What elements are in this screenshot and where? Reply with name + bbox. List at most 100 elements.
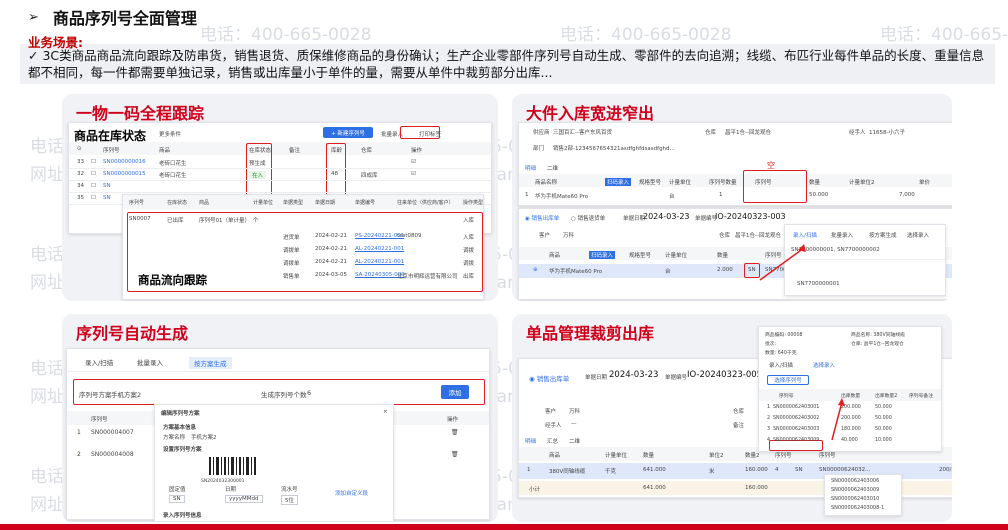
dialog-name-value[interactable]: 手机方案2 [191,433,217,441]
customer-value[interactable]: 万科 [563,231,574,239]
filter-link[interactable]: 更多条件 [159,130,181,138]
detail-tab[interactable]: 汇总 [547,437,558,445]
qty-value[interactable]: 50.000 [809,192,828,198]
watermark-text: 电话：400-665-0028 [200,25,372,45]
tab-2d[interactable]: 二维 [547,164,558,172]
scheme-edit-dialog: 编辑序列号方案 × 方案基本信息 方案名称 手机方案2 设置序列号方案 SN20… [154,404,394,522]
segment-value[interactable]: SN [169,495,185,503]
dropdown-option[interactable]: SN0000062403009 [831,487,879,493]
row-checkbox[interactable]: ☐ [91,159,96,165]
sn-input[interactable]: SN [795,467,803,473]
unit-value[interactable]: 台 [669,192,675,200]
select-serial-button[interactable]: 选择序列号 [767,375,809,385]
dialog-footer-section: 录入序列号信息 [163,513,202,519]
add-segment-link[interactable]: 添加自定义段 [335,489,368,497]
goods-name[interactable]: 华为手机Mate60 Pro [535,192,588,200]
popup-col-header: 序列号备注 [909,394,933,399]
row-action-icon[interactable]: ☑ [411,159,416,165]
document-date: 2024-02-21 [315,233,347,239]
warehouse-label: 仓库 [733,409,745,415]
document-type: 进货单 [283,235,300,241]
goods-name[interactable]: 华为手机Mate60 Pro [549,267,602,275]
popup-tab[interactable]: 选择录入 [907,231,929,239]
handler-label: 经手人 [849,130,866,136]
handler-value[interactable]: — [571,421,577,427]
radio-sales-out[interactable]: ◉ 销售出库单 [525,214,559,222]
segment-value[interactable]: yyyyMMdd [225,495,263,503]
row-checkbox[interactable]: ☐ [91,183,96,189]
supplier-label: 供应商 [533,130,550,136]
pointer-arrow-icon [759,244,806,281]
out-qty2[interactable]: 10.000 [875,438,892,443]
row-checkbox[interactable]: ☐ [91,171,96,177]
popup-tab[interactable]: 批量录入 [831,231,853,239]
dropdown-option[interactable]: SN0000062403006 [831,478,879,484]
segment-value[interactable]: 5位 [281,495,298,505]
dropdown-option[interactable]: SN0000062403010 [831,496,879,502]
serial-number[interactable]: SN [103,195,111,201]
row-action-icon[interactable]: ☑ [411,171,416,177]
serial-number[interactable]: SN [103,183,111,189]
qty[interactable]: 641.000 [643,467,666,473]
price-value[interactable]: 7,000 [899,192,915,198]
radio-sales-out[interactable]: ◉ 销售出库单 [529,373,569,383]
goods-name[interactable]: 380V同轴线缆 [549,467,585,475]
settings-icon[interactable]: ⊙ [77,146,82,152]
document-type: 调拨单 [283,248,300,254]
radio-sales-return[interactable]: ○ 销售退货单 [571,214,605,222]
qty-value[interactable]: 2.000 [717,267,733,273]
out-qty2[interactable]: 50.000 [875,405,892,410]
generate-tab[interactable]: 按方案生成 [189,357,232,369]
out-qty2[interactable]: 50.000 [875,427,892,432]
divider [785,259,945,260]
date-value[interactable]: 2024-03-23 [643,212,690,221]
popup-tab[interactable]: 按方案生成 [869,231,897,239]
serial-number[interactable]: SN0007 [129,216,151,222]
row-checkbox[interactable]: ☐ [91,195,96,201]
warehouse: 四成库 [361,173,378,179]
dept-value[interactable]: 销售2部-1234567654321asdfghfdsasdfghd... [553,144,675,152]
serial-number[interactable]: SN0000000016 [103,159,146,165]
new-serial-button[interactable]: + 新建序列号 [323,127,373,138]
warehouse-value[interactable]: 昌平1仓--回龙观仓 [735,231,781,239]
customer-value[interactable]: 万科 [569,407,580,415]
tab-detail[interactable]: 明细 [525,164,536,172]
delete-icon[interactable]: 🗑 [451,451,459,458]
handler-value[interactable]: 11658-小六子 [869,128,905,136]
panel-wide-in-narrow-out: 大件入库宽进窄出 供应商 三国百汇--客户东风百货 仓库 昌平1仓--回龙观仓 … [512,94,952,301]
partner: 北京市明辉运营有限公司 [397,274,458,280]
document-date: 2024-03-05 [315,272,347,278]
stock-status-badge: 在入 [249,171,267,179]
goods-name: 老砖口花生 [159,173,187,179]
popup-field: 批次: [765,342,777,347]
generate-tab[interactable]: 录入/扫描 [85,357,113,367]
delete-icon[interactable]: 🗑 [451,429,459,436]
sn-full: SN00000624032... [819,467,871,473]
generate-tab[interactable]: 批量录入 [137,357,163,367]
popup-tab[interactable]: 录入/扫描 [793,231,817,239]
cutting-col-header: 序列号 [819,453,836,459]
operation-type: 入库 [463,235,475,241]
serial-number[interactable]: SN0000000015 [103,171,146,177]
detail-tab[interactable]: 明细 [525,437,536,445]
popup-tab[interactable]: 选择录入 [813,361,835,369]
code-value[interactable]: IO-20240323-005 [687,370,762,380]
watermark-text: 电话：400-665-0028 [560,25,732,45]
warehouse-value[interactable]: 昌平1仓--回龙观仓 [725,128,771,136]
unit-value[interactable]: 台 [665,267,671,275]
sn-count[interactable]: 1 [719,192,723,198]
code-value[interactable]: IO-20240323-003 [715,212,786,221]
cutting-col-header: 商品 [549,453,561,459]
dropdown-option[interactable]: SN0000062403008-1 [831,505,884,511]
close-icon[interactable]: × [383,409,388,415]
popup-tab[interactable]: 录入/扫描 [769,361,793,369]
add-row-icon[interactable]: ⊕ [533,267,538,273]
out-qty2[interactable]: 50.000 [875,416,892,421]
flow-col-header: 序列号 [129,200,145,206]
date-value[interactable]: 2024-03-23 [609,370,658,380]
qty2[interactable]: 160.000 [745,467,768,473]
detail-tab[interactable]: 二维 [569,437,580,445]
document-code[interactable]: AL-20240221-001 [355,246,404,252]
document-code[interactable]: AL-20240221-001 [355,259,404,265]
supplier-value[interactable]: 三国百汇--客户东风百货 [553,128,612,136]
